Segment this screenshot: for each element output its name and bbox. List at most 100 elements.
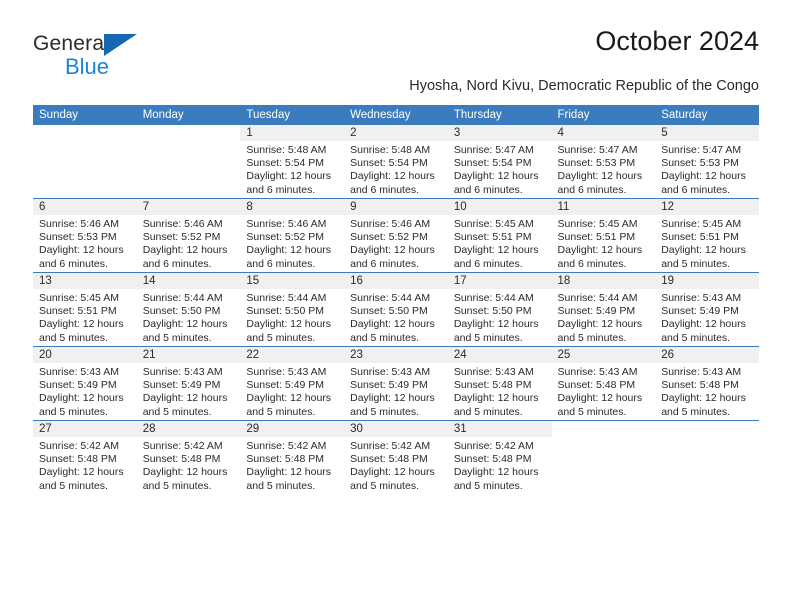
day-number: 22 bbox=[246, 349, 260, 361]
sunrise-time: Sunrise: 5:44 AM bbox=[453, 292, 534, 304]
day-number-band: 12 bbox=[655, 199, 759, 215]
day-number-band bbox=[33, 125, 137, 141]
daylight-duration-line2: and 5 minutes. bbox=[557, 331, 627, 344]
weekday-header-saturday: Saturday bbox=[655, 105, 759, 125]
calendar-day-cell[interactable]: 4 Sunrise: 5:47 AM Sunset: 5:53 PM Daylight… bbox=[551, 125, 656, 199]
day-number: 8 bbox=[246, 201, 253, 213]
day-details: Sunrise: 5:43 AM Sunset: 5:48 PM Daylight:… bbox=[448, 363, 552, 419]
calendar-day-cell[interactable]: 17 Sunrise: 5:44 AM Sunset: 5:50 PM Dayligh… bbox=[447, 272, 552, 347]
weekday-header-row: Sunday Monday Tuesday Wednesday Thursday… bbox=[33, 105, 759, 125]
sunrise-time: Sunrise: 5:43 AM bbox=[661, 292, 742, 304]
sunset-time: Sunset: 5:51 PM bbox=[557, 231, 636, 244]
daylight-duration-line2: and 5 minutes. bbox=[557, 405, 627, 418]
daylight-duration-line1: Daylight: 12 hours bbox=[453, 318, 539, 331]
daylight-duration-line1: Daylight: 12 hours bbox=[350, 318, 435, 331]
day-number: 24 bbox=[453, 349, 467, 361]
daylight-duration-line1: Daylight: 12 hours bbox=[246, 392, 332, 405]
day-number-band: 10 bbox=[447, 199, 552, 215]
sunrise-time: Sunrise: 5:44 AM bbox=[350, 292, 431, 304]
calendar-day-cell[interactable]: 28 Sunrise: 5:42 AM Sunset: 5:48 PM Dayligh… bbox=[136, 420, 241, 494]
daylight-duration-line1: Daylight: 12 hours bbox=[557, 170, 643, 183]
day-details: Sunrise: 5:45 AM Sunset: 5:51 PM Daylight:… bbox=[33, 289, 137, 345]
calendar-day-cell[interactable]: 16 Sunrise: 5:44 AM Sunset: 5:50 PM Dayligh… bbox=[344, 272, 448, 347]
daylight-duration-line2: and 5 minutes. bbox=[350, 479, 419, 492]
daylight-duration-line2: and 5 minutes. bbox=[142, 405, 212, 418]
daylight-duration-line2: and 6 minutes. bbox=[142, 257, 212, 270]
day-details: Sunrise: 5:47 AM Sunset: 5:53 PM Daylight:… bbox=[655, 141, 759, 197]
calendar-day-cell[interactable]: 6 Sunrise: 5:46 AM Sunset: 5:53 PM Daylight… bbox=[33, 198, 137, 273]
calendar-body: 1 Sunrise: 5:48 AM Sunset: 5:54 PM Daylight… bbox=[33, 125, 759, 494]
daylight-duration-line2: and 5 minutes. bbox=[246, 479, 316, 492]
calendar-day-cell[interactable]: 5 Sunrise: 5:47 AM Sunset: 5:53 PM Daylight… bbox=[655, 125, 759, 199]
sunset-time: Sunset: 5:51 PM bbox=[39, 305, 117, 318]
sunset-time: Sunset: 5:48 PM bbox=[661, 379, 739, 392]
calendar-day-cell[interactable]: 2 Sunrise: 5:48 AM Sunset: 5:54 PM Daylight… bbox=[344, 125, 448, 199]
day-number-band bbox=[552, 421, 656, 437]
day-number: 20 bbox=[39, 349, 52, 361]
calendar-day-cell[interactable]: 18 Sunrise: 5:44 AM Sunset: 5:49 PM Dayligh… bbox=[551, 272, 656, 347]
day-cell-content: 16 Sunrise: 5:44 AM Sunset: 5:50 PM Dayligh… bbox=[344, 273, 448, 346]
daylight-duration-line2: and 6 minutes. bbox=[557, 183, 627, 196]
day-cell-content: 23 Sunrise: 5:43 AM Sunset: 5:49 PM Dayligh… bbox=[344, 347, 448, 420]
page-subtitle-location: Hyosha, Nord Kivu, Democratic Republic o… bbox=[409, 78, 759, 94]
day-details: Sunrise: 5:48 AM Sunset: 5:54 PM Daylight:… bbox=[344, 141, 448, 197]
calendar-day-cell[interactable]: 24 Sunrise: 5:43 AM Sunset: 5:48 PM Dayligh… bbox=[447, 346, 552, 421]
calendar-day-cell[interactable]: 30 Sunrise: 5:42 AM Sunset: 5:48 PM Dayligh… bbox=[344, 420, 448, 494]
page-title: October 2024 bbox=[595, 26, 759, 56]
calendar-day-cell[interactable]: 13 Sunrise: 5:45 AM Sunset: 5:51 PM Dayligh… bbox=[33, 272, 137, 347]
day-number-band: 7 bbox=[136, 199, 241, 215]
day-number-band: 27 bbox=[33, 421, 137, 437]
sunset-time: Sunset: 5:50 PM bbox=[350, 305, 428, 318]
daylight-duration-line1: Daylight: 12 hours bbox=[142, 318, 228, 331]
day-details: Sunrise: 5:48 AM Sunset: 5:54 PM Daylight:… bbox=[240, 141, 344, 197]
logo-text-general: General bbox=[33, 32, 110, 55]
calendar-day-cell[interactable]: 8 Sunrise: 5:46 AM Sunset: 5:52 PM Daylight… bbox=[240, 198, 345, 273]
calendar-day-cell[interactable]: 14 Sunrise: 5:44 AM Sunset: 5:50 PM Dayligh… bbox=[136, 272, 241, 347]
calendar-day-cell[interactable]: 31 Sunrise: 5:42 AM Sunset: 5:48 PM Dayligh… bbox=[447, 420, 552, 494]
daylight-duration-line2: and 5 minutes. bbox=[39, 331, 108, 344]
calendar-day-cell[interactable]: 21 Sunrise: 5:43 AM Sunset: 5:49 PM Dayligh… bbox=[136, 346, 241, 421]
sunset-time: Sunset: 5:54 PM bbox=[453, 157, 532, 170]
calendar-day-cell[interactable]: 26 Sunrise: 5:43 AM Sunset: 5:48 PM Dayligh… bbox=[655, 346, 759, 421]
daylight-duration-line1: Daylight: 12 hours bbox=[39, 244, 124, 257]
calendar-day-cell[interactable]: 15 Sunrise: 5:44 AM Sunset: 5:50 PM Dayligh… bbox=[240, 272, 345, 347]
calendar-day-cell[interactable]: 12 Sunrise: 5:45 AM Sunset: 5:51 PM Dayligh… bbox=[655, 198, 759, 273]
calendar-day-cell[interactable]: 22 Sunrise: 5:43 AM Sunset: 5:49 PM Dayligh… bbox=[240, 346, 345, 421]
calendar-page: General Blue October 2024 Hyosha, Nord K… bbox=[0, 0, 792, 612]
day-number-band: 26 bbox=[655, 347, 759, 363]
sunrise-time: Sunrise: 5:42 AM bbox=[142, 440, 223, 452]
calendar-day-cell[interactable]: 3 Sunrise: 5:47 AM Sunset: 5:54 PM Daylight… bbox=[447, 125, 552, 199]
calendar-day-cell[interactable]: 11 Sunrise: 5:45 AM Sunset: 5:51 PM Dayligh… bbox=[551, 198, 656, 273]
calendar-day-cell[interactable]: 25 Sunrise: 5:43 AM Sunset: 5:48 PM Dayligh… bbox=[551, 346, 656, 421]
sunset-time: Sunset: 5:49 PM bbox=[39, 379, 117, 392]
day-number: 18 bbox=[557, 275, 571, 287]
calendar-day-cell[interactable]: 27 Sunrise: 5:42 AM Sunset: 5:48 PM Dayligh… bbox=[33, 420, 137, 494]
sunrise-time: Sunrise: 5:42 AM bbox=[246, 440, 327, 452]
day-number-band: 14 bbox=[136, 273, 241, 289]
calendar-day-cell[interactable]: 19 Sunrise: 5:43 AM Sunset: 5:49 PM Dayligh… bbox=[655, 272, 759, 347]
day-number-band: 25 bbox=[551, 347, 656, 363]
sunrise-time: Sunrise: 5:45 AM bbox=[557, 218, 638, 230]
sunrise-time: Sunrise: 5:48 AM bbox=[246, 144, 327, 156]
calendar-week-row: 20 Sunrise: 5:43 AM Sunset: 5:49 PM Dayligh… bbox=[33, 346, 759, 421]
sunset-time: Sunset: 5:52 PM bbox=[350, 231, 428, 244]
day-details: Sunrise: 5:42 AM Sunset: 5:48 PM Daylight:… bbox=[344, 437, 448, 493]
daylight-duration-line2: and 5 minutes. bbox=[142, 331, 212, 344]
daylight-duration-line1: Daylight: 12 hours bbox=[350, 244, 435, 257]
day-details bbox=[33, 141, 137, 144]
day-details: Sunrise: 5:43 AM Sunset: 5:48 PM Daylight:… bbox=[655, 363, 759, 419]
daylight-duration-line1: Daylight: 12 hours bbox=[661, 318, 746, 331]
day-cell-content: 11 Sunrise: 5:45 AM Sunset: 5:51 PM Dayligh… bbox=[551, 199, 656, 272]
calendar-day-cell[interactable]: 23 Sunrise: 5:43 AM Sunset: 5:49 PM Dayligh… bbox=[344, 346, 448, 421]
calendar-day-cell[interactable]: 9 Sunrise: 5:46 AM Sunset: 5:52 PM Daylight… bbox=[344, 198, 448, 273]
sunset-time: Sunset: 5:48 PM bbox=[453, 453, 532, 466]
day-cell-content: 21 Sunrise: 5:43 AM Sunset: 5:49 PM Dayligh… bbox=[136, 347, 241, 420]
calendar-empty-cell bbox=[655, 420, 759, 494]
calendar-day-cell[interactable]: 29 Sunrise: 5:42 AM Sunset: 5:48 PM Dayligh… bbox=[240, 420, 345, 494]
calendar-day-cell[interactable]: 20 Sunrise: 5:43 AM Sunset: 5:49 PM Dayligh… bbox=[33, 346, 137, 421]
sunrise-time: Sunrise: 5:43 AM bbox=[142, 366, 223, 378]
calendar-day-cell[interactable]: 7 Sunrise: 5:46 AM Sunset: 5:52 PM Daylight… bbox=[136, 198, 241, 273]
day-details: Sunrise: 5:44 AM Sunset: 5:50 PM Daylight:… bbox=[137, 289, 241, 345]
calendar-day-cell[interactable]: 1 Sunrise: 5:48 AM Sunset: 5:54 PM Daylight… bbox=[240, 125, 345, 199]
calendar-day-cell[interactable]: 10 Sunrise: 5:45 AM Sunset: 5:51 PM Dayligh… bbox=[447, 198, 552, 273]
